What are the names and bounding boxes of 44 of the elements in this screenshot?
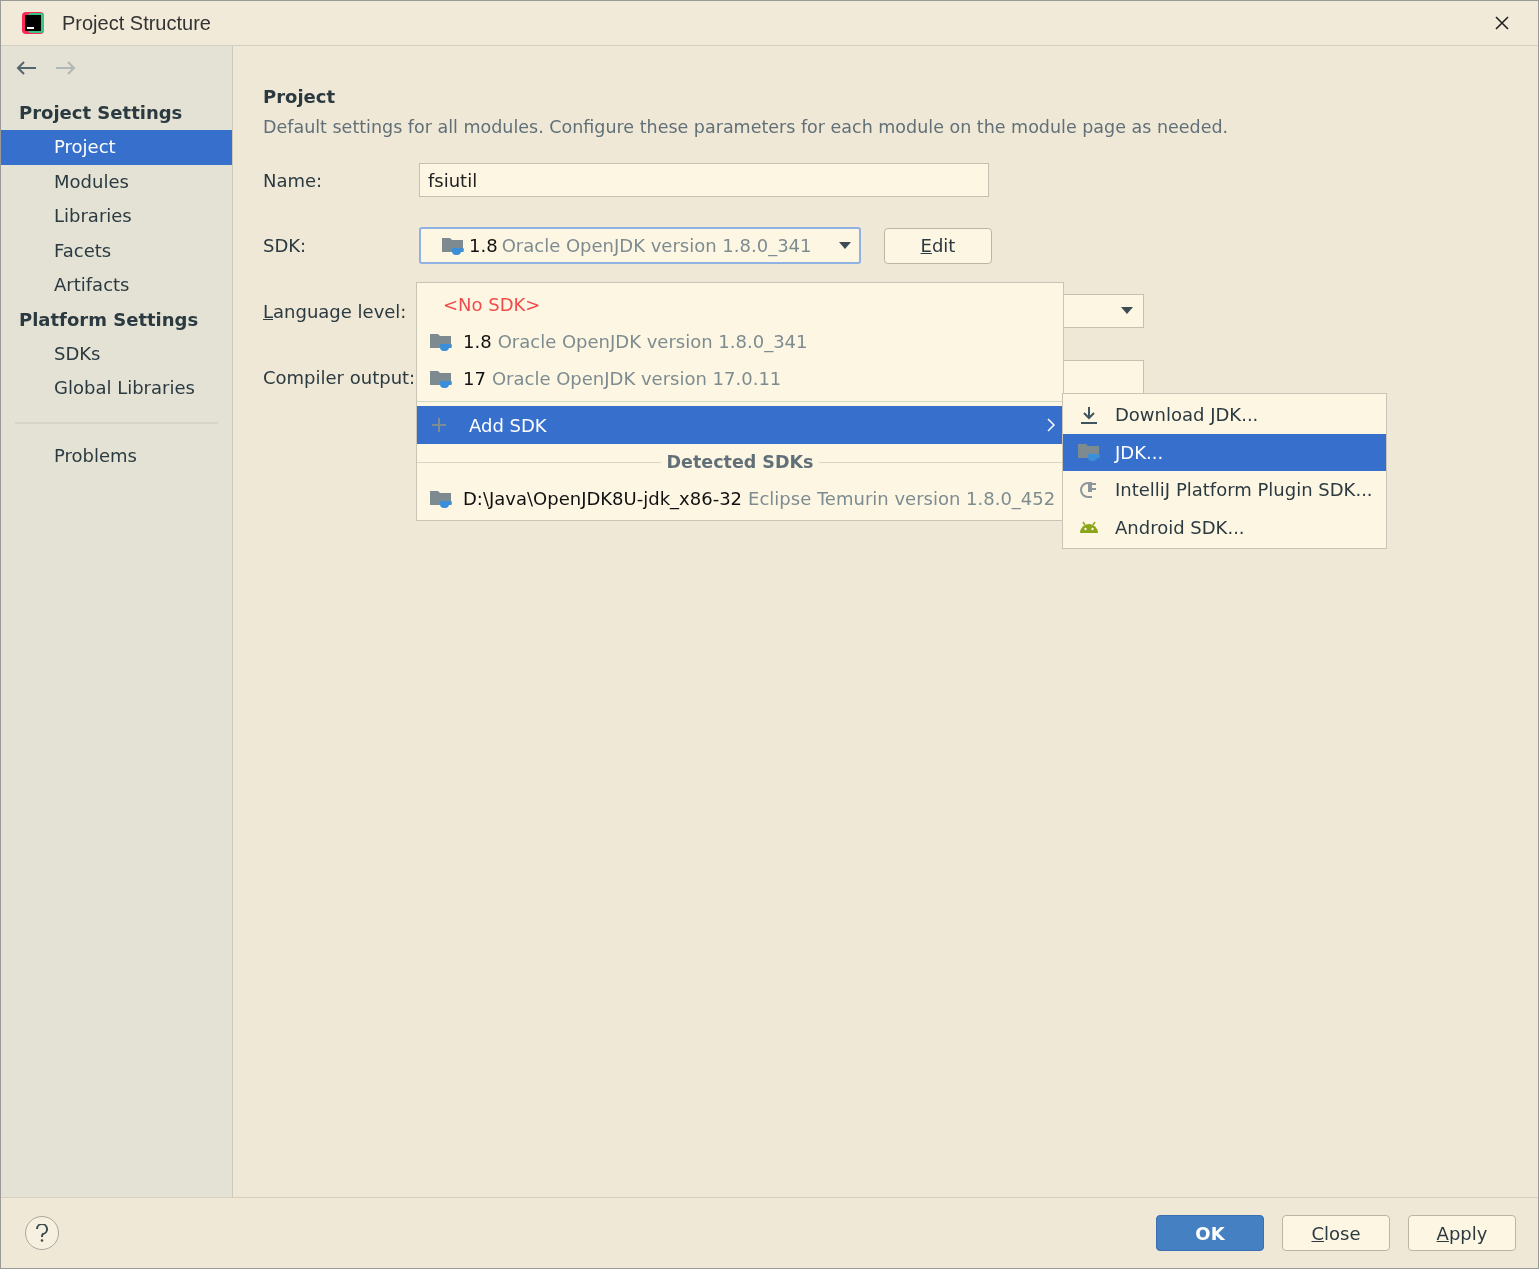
field-label: Compiler output:: [263, 366, 417, 388]
edit-button[interactable]: Edit: [884, 227, 992, 264]
dialog-button[interactable]: Apply: [1408, 1215, 1516, 1251]
submenu-item[interactable]: Android SDK...: [1063, 508, 1386, 546]
sidebar-section-heading: Platform Settings: [18, 307, 200, 332]
dialog-button[interactable]: OK: [1156, 1215, 1264, 1251]
question-mark-icon: [35, 1224, 49, 1242]
plus-icon: [431, 417, 447, 433]
android-icon: [1078, 519, 1100, 536]
field-label: SDK:: [263, 235, 308, 256]
sidebar-item[interactable]: Global Libraries: [1, 371, 232, 406]
submenu-item[interactable]: IntelliJ Platform Plugin SDK...: [1063, 471, 1386, 509]
download-icon: [1079, 404, 1099, 425]
field-label: Language level:: [263, 300, 408, 322]
app-logo-icon: [20, 10, 46, 36]
submenu-item[interactable]: Download JDK...: [1063, 396, 1386, 434]
sidebar-section-heading: Project Settings: [18, 101, 184, 125]
group-heading: Detected SDKs: [666, 452, 814, 472]
folder-cup-icon: [1077, 441, 1101, 464]
field-label: Name:: [263, 169, 324, 191]
sidebar-item[interactable]: Project: [1, 130, 232, 165]
close-icon[interactable]: [1494, 15, 1510, 31]
detected-sdk-option[interactable]: D:\Java\OpenJDK8U-jdk_x86-32 Eclipse Temurin version 1.8.0_452: [417, 480, 1063, 517]
caret-icon: [1121, 307, 1133, 315]
help-button[interactable]: [25, 1216, 59, 1250]
window-title: Project Structure: [62, 11, 212, 35]
sidebar-item[interactable]: Artifacts: [1, 268, 232, 303]
sdk-option[interactable]: 17 Oracle OpenJDK version 17.0.11: [417, 360, 1063, 397]
name-field[interactable]: fsiutil: [419, 163, 989, 197]
sidebar-item[interactable]: Libraries: [1, 199, 232, 234]
add-sdk-menu-item[interactable]: Add SDK: [417, 406, 1063, 444]
chevron-right-icon: [1047, 418, 1055, 432]
sidebar-item[interactable]: Facets: [1, 233, 232, 268]
sidebar-item[interactable]: Problems: [1, 438, 232, 473]
section-description: Default settings for all modules. Configure these parameters for each module on the module page as needed.: [263, 117, 1230, 137]
back-arrow-icon[interactable]: [15, 60, 37, 76]
caret-icon: [839, 241, 851, 250]
sidebar-item[interactable]: SDKs: [1, 336, 232, 371]
sidebar-item[interactable]: Modules: [1, 164, 232, 199]
dialog-button[interactable]: Close: [1282, 1215, 1390, 1251]
sdk-dropdown[interactable]: 1.8 Oracle OpenJDK version 1.8.0_341: [419, 227, 861, 264]
section-heading: Project: [263, 86, 337, 107]
sdk-option[interactable]: 1.8 Oracle OpenJDK version 1.8.0_341: [417, 323, 1063, 360]
submenu-item[interactable]: JDK...: [1063, 433, 1386, 471]
